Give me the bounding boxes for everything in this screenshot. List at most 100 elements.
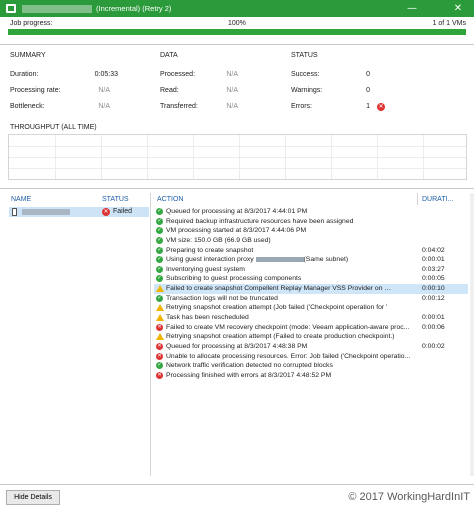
redacted-job-name: [22, 5, 92, 13]
transferred-label: Transferred:: [160, 103, 198, 110]
status-title: STATUS: [291, 52, 318, 59]
log-row[interactable]: ✓ Queued for processing at 8/3/2017 4:44:…: [154, 207, 468, 217]
error-icon: ✕: [156, 342, 163, 350]
panel-splitter[interactable]: [150, 193, 151, 476]
log-duration: 0:00:12: [422, 294, 445, 302]
log-action-text: Queued for processing at 8/3/2017 4:48:3…: [166, 342, 308, 350]
action-column-header[interactable]: ACTION: [157, 196, 183, 203]
vm-status-column-header[interactable]: STATUS: [102, 196, 129, 203]
throughput-title: THROUGHPUT (ALL TIME): [10, 124, 97, 131]
vm-name-column-header[interactable]: NAME: [11, 196, 31, 203]
log-action-text: Processing finished with errors at 8/3/2…: [166, 371, 332, 379]
duration-value: 0:05:33: [94, 71, 118, 78]
error-icon: ✕: [156, 371, 163, 379]
log-action-text: Queued for processing at 8/3/2017 4:44:0…: [166, 208, 308, 215]
read-label: Read:: [160, 87, 179, 94]
log-action-text: Retrying snapshot creation attempt (Fail…: [166, 333, 395, 341]
action-log[interactable]: ✓ Queued for processing at 8/3/2017 4:44:…: [154, 207, 468, 381]
redacted-vm-name: [22, 209, 70, 215]
success-icon: ✓: [156, 362, 163, 370]
warning-icon: [156, 304, 164, 312]
processed-value: N/A: [226, 71, 238, 78]
log-row[interactable]: ✓ Using guest interaction proxy (Same sub…: [154, 255, 468, 265]
job-progress-label: Job progress:: [10, 20, 53, 27]
vm-status: Failed: [113, 208, 133, 215]
error-icon: ✕: [156, 323, 163, 331]
success-icon: ✓: [156, 265, 163, 273]
log-action-text: Failed to create VM recovery checkpoint …: [166, 323, 410, 331]
title-bar: (Incremental) (Retry 2) — ✕: [0, 0, 474, 17]
job-progress-fill: [8, 29, 466, 35]
minimize-button[interactable]: —: [398, 0, 426, 17]
redacted-host: [255, 256, 304, 262]
success-icon: ✓: [156, 208, 163, 215]
duration-column-header[interactable]: DURATI...: [422, 196, 453, 203]
log-row[interactable]: ✓ Required backup infrastructure resource…: [154, 217, 468, 227]
success-icon: ✓: [156, 256, 163, 264]
log-row[interactable]: ✓ Subscribing to guest processing compone…: [154, 274, 468, 284]
errors-value: 1: [366, 103, 370, 110]
success-icon: ✓: [156, 246, 163, 254]
log-action-text: Preparing to create snapshot: [166, 246, 254, 254]
warnings-label: Warnings:: [291, 87, 323, 94]
failed-icon: ✕: [102, 208, 110, 216]
log-duration: 0:00:01: [422, 314, 445, 322]
log-row[interactable]: Task has been rescheduled 0:00:01: [154, 313, 468, 323]
log-row[interactable]: ✓ Transaction logs will not be truncated 0…: [154, 294, 468, 304]
errors-label: Errors:: [291, 103, 312, 110]
summary-title: SUMMARY: [10, 52, 46, 59]
job-progress-percent: 100%: [228, 20, 246, 27]
watermark: © 2017 WorkingHardInIT: [348, 491, 470, 503]
column-divider: [417, 193, 418, 205]
warning-icon: [156, 285, 164, 293]
data-title: DATA: [160, 52, 178, 59]
log-action-text: Using guest interaction proxy (Same subn…: [166, 256, 349, 264]
error-icon: ✕: [156, 352, 163, 360]
processing-rate-value: N/A: [98, 87, 110, 94]
log-action-text: Network traffic verification detected no…: [166, 362, 333, 370]
success-label: Success:: [291, 71, 320, 78]
read-value: N/A: [226, 87, 238, 94]
vm-icon: [12, 208, 17, 216]
log-row[interactable]: ✓ Preparing to create snapshot 0:04:02: [154, 246, 468, 256]
bottleneck-label: Bottleneck:: [10, 103, 45, 110]
log-duration: 0:00:02: [422, 342, 445, 350]
log-action-text: Inventorying guest system: [166, 265, 245, 273]
log-row[interactable]: ✕ Failed to create VM recovery checkpoint…: [154, 323, 468, 333]
log-duration: 0:00:06: [422, 323, 445, 331]
log-row[interactable]: Retrying snapshot creation attempt (Fail…: [154, 332, 468, 342]
log-row[interactable]: ✕ Processing finished with errors at 8/3/…: [154, 371, 468, 381]
log-scrollbar[interactable]: [470, 193, 474, 476]
log-action-text: Failed to create snapshot Compellent Rep…: [166, 285, 414, 292]
success-icon: ✓: [156, 227, 163, 235]
warning-icon: [156, 333, 164, 341]
log-action-text: VM size: 150.0 GB (66.9 GB used): [166, 236, 271, 244]
log-row[interactable]: ✕ Queued for processing at 8/3/2017 4:48:…: [154, 342, 468, 352]
warnings-value: 0: [366, 87, 370, 94]
hide-details-button[interactable]: Hide Details: [6, 490, 60, 505]
log-row[interactable]: ✓ Network traffic verification detected n…: [154, 361, 468, 371]
log-duration: 0:04:02: [422, 246, 445, 254]
duration-label: Duration:: [10, 71, 39, 78]
processed-label: Processed:: [160, 71, 196, 78]
log-row[interactable]: ✓ VM size: 150.0 GB (66.9 GB used): [154, 236, 468, 246]
log-row[interactable]: Retrying snapshot creation attempt (Job …: [154, 303, 468, 313]
log-row[interactable]: ✓ Inventorying guest system 0:03:27: [154, 265, 468, 275]
log-row[interactable]: Failed to create snapshot Compellent Rep…: [154, 284, 468, 294]
log-action-text: Task has been rescheduled: [166, 314, 249, 322]
throughput-chart: [8, 134, 467, 180]
success-icon: ✓: [156, 294, 163, 302]
divider: [0, 44, 474, 45]
log-action-text: Retrying snapshot creation attempt (Job …: [166, 304, 388, 312]
job-progress-bar: [8, 29, 466, 35]
job-progress-vm-count: 1 of 1 VMs: [432, 20, 466, 27]
log-row[interactable]: ✓ VM processing started at 8/3/2017 4:44:…: [154, 226, 468, 236]
log-action-text: Subscribing to guest processing componen…: [166, 275, 302, 283]
close-button[interactable]: ✕: [444, 0, 472, 17]
success-value: 0: [366, 71, 370, 78]
log-action-text: VM processing started at 8/3/2017 4:44:0…: [166, 227, 307, 235]
vm-list-row[interactable]: ✕ Failed: [9, 207, 149, 217]
error-icon: ✕: [377, 103, 385, 111]
success-icon: ✓: [156, 275, 163, 283]
log-row[interactable]: ✕ Unable to allocate processing resources…: [154, 352, 468, 362]
